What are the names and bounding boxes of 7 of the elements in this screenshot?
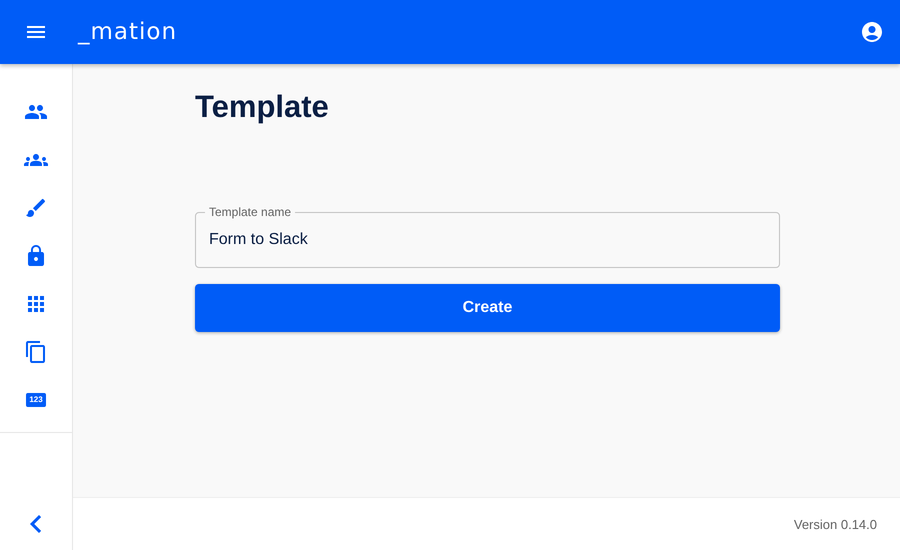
account-icon[interactable] (860, 20, 884, 44)
field-label: Template name (205, 205, 296, 219)
logo: _mation (78, 19, 178, 45)
create-button[interactable]: Create (195, 284, 780, 332)
numbers-badge[interactable]: 123 (0, 376, 72, 424)
version-text: Version 0.14.0 (794, 516, 877, 532)
page-title: Template (195, 88, 330, 126)
